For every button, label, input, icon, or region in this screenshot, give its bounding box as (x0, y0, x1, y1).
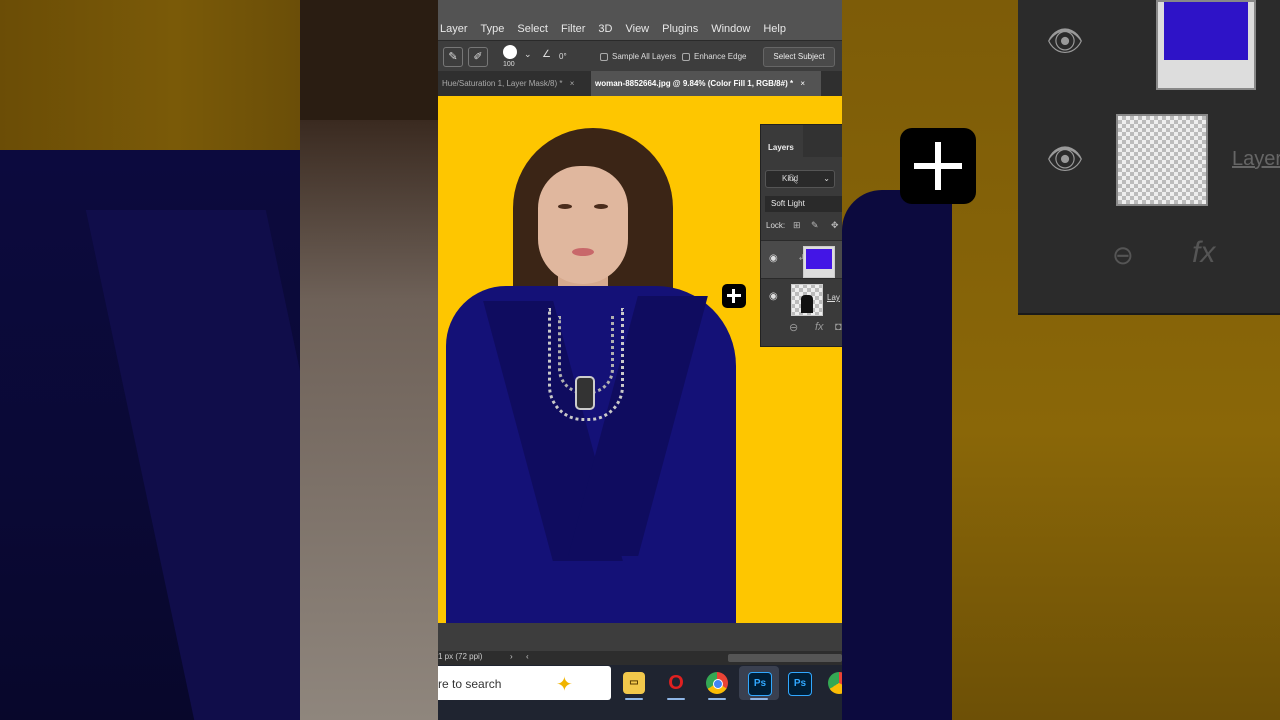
right-blurred-background: 👁 👁 Layer ⊖ fx (842, 0, 1280, 720)
layer-name[interactable]: Lay (827, 293, 840, 302)
woman-eye (594, 204, 608, 209)
enhance-edge-checkbox[interactable] (682, 53, 690, 61)
photoshop-icon-2[interactable]: Ps (788, 672, 812, 696)
angle-value[interactable]: 0° (559, 52, 567, 61)
title-strip (438, 0, 842, 18)
lock-label: Lock: (766, 221, 786, 230)
menu-select[interactable]: Select (517, 23, 548, 35)
menu-filter[interactable]: Filter (561, 23, 585, 35)
photoshop-icon[interactable]: Ps (748, 672, 772, 696)
necklace-pendant (575, 376, 595, 410)
lock-image-pixels-icon[interactable]: ✎ (811, 220, 819, 231)
tab-label: woman-8852664.jpg @ 9.84% (Color Fill 1,… (595, 79, 794, 88)
close-icon[interactable]: × (800, 79, 805, 88)
select-subject-button[interactable]: Select Subject (763, 47, 835, 67)
add-mask-icon[interactable]: ◘ (835, 321, 842, 333)
eye-icon[interactable]: ◉ (769, 253, 778, 264)
layer-row-layer1[interactable]: ◉ Lay (761, 278, 842, 317)
taskbar-search[interactable]: re to search ✦ (438, 666, 611, 700)
left-blurred-background (0, 0, 438, 720)
chevron-down-icon: ⌄ (823, 174, 830, 183)
fx-icon[interactable]: fx (815, 321, 824, 333)
tab-layers[interactable]: Layers (761, 125, 803, 157)
zoomed-fx-icon: fx (1192, 236, 1216, 269)
tab-hue-saturation[interactable]: Hue/Saturation 1, Layer Mask/8) * × (438, 71, 584, 96)
zoomed-eye-icon-2: 👁 (1046, 143, 1085, 176)
quick-selection-subtract-icon[interactable]: ✐ (468, 47, 488, 67)
zoomed-layer-thumb (1116, 114, 1208, 206)
zoomed-move-cursor-icon (900, 128, 976, 204)
move-cursor-icon (722, 284, 746, 308)
document-resolution: 1 px (72 ppi) (438, 652, 483, 661)
photoshop-window: Layer Type Select Filter 3D View Plugins… (438, 0, 842, 720)
enhance-edge-label: Enhance Edge (694, 52, 747, 61)
status-bar: 1 px (72 ppi) › ‹ (438, 651, 842, 665)
zoomed-eye-icon: 👁 (1046, 25, 1085, 58)
running-indicator (708, 698, 726, 700)
menu-layer[interactable]: Layer (440, 23, 468, 35)
fill-swatch (806, 249, 832, 269)
close-icon[interactable]: × (570, 79, 575, 88)
silhouette (801, 295, 813, 313)
workspace-bottom (438, 623, 842, 651)
search-placeholder: re to search (438, 677, 502, 691)
layer-thumbnail-fill[interactable] (803, 246, 835, 278)
layers-panel: Layers 🔍︎ Kind ⌄ Soft Light Lock: ⊞ ✎ ✥ … (760, 124, 842, 347)
layer-thumbnail-cutout[interactable] (791, 284, 823, 316)
tab-woman-jpg[interactable]: woman-8852664.jpg @ 9.84% (Color Fill 1,… (591, 71, 821, 96)
eye-icon[interactable]: ◉ (769, 291, 778, 302)
file-explorer-icon[interactable]: ▭ (623, 672, 645, 694)
menu-3d[interactable]: 3D (598, 23, 612, 35)
sample-all-layers-checkbox[interactable] (600, 53, 608, 61)
sample-all-layers-label: Sample All Layers (612, 52, 677, 61)
layer-row-color-fill[interactable]: ◉ ↲ (761, 240, 842, 279)
chevron-down-icon[interactable]: ⌄ (524, 49, 532, 60)
brush-preset-icon[interactable] (503, 45, 517, 59)
zoomed-layers-panel: 👁 👁 Layer ⊖ fx (1018, 0, 1280, 315)
link-layers-icon[interactable]: ⊖ (789, 321, 798, 334)
menu-plugins[interactable]: Plugins (662, 23, 698, 35)
menu-window[interactable]: Window (711, 23, 750, 35)
opera-icon[interactable]: O (665, 672, 687, 694)
running-indicator (667, 698, 685, 700)
chrome-icon-2[interactable] (828, 672, 842, 694)
copilot-sparkle-icon: ✦ (556, 674, 573, 696)
chrome-icon[interactable] (706, 672, 728, 694)
lock-position-icon[interactable]: ✥ (831, 220, 839, 231)
menu-type[interactable]: Type (481, 23, 505, 35)
document-tabs: Hue/Saturation 1, Layer Mask/8) * × woma… (438, 71, 842, 96)
woman-eye (558, 204, 572, 209)
menu-help[interactable]: Help (763, 23, 786, 35)
running-indicator (750, 698, 768, 700)
tab-label: Hue/Saturation 1, Layer Mask/8) * (442, 79, 563, 88)
blurred-blazer-shoulder (842, 190, 952, 720)
woman-lips (572, 248, 594, 256)
windows-taskbar: re to search ✦ ▭ O Ps Ps (438, 665, 842, 703)
blurred-necklace-area (300, 120, 438, 720)
menu-bar: Layer Type Select Filter 3D View Plugins… (438, 18, 842, 40)
running-indicator (625, 698, 643, 700)
layers-panel-header: Layers (761, 125, 842, 157)
zoomed-fill-thumb (1156, 0, 1256, 90)
woman-face (538, 166, 628, 284)
lock-transparent-pixels-icon[interactable]: ⊞ (793, 220, 801, 231)
zoomed-link-icon: ⊖ (1112, 240, 1134, 270)
horizontal-scrollbar[interactable] (728, 654, 842, 662)
nav-next-icon[interactable]: › (510, 652, 513, 661)
menu-view[interactable]: View (625, 23, 649, 35)
filter-kind-dropdown[interactable]: 🔍︎ Kind ⌄ (765, 170, 835, 188)
zoomed-layer-name: Layer (1232, 148, 1280, 170)
angle-icon: ∠ (542, 49, 551, 60)
brush-size: 100 (503, 61, 515, 68)
quick-selection-add-icon[interactable]: ✎ (443, 47, 463, 67)
search-icon: 🔍︎ (787, 174, 799, 184)
options-bar: ✎ ✐ 100 ⌄ ∠ 0° Sample All Layers Enhance… (438, 40, 842, 72)
nav-prev-icon[interactable]: ‹ (526, 652, 529, 661)
bottom-strip (438, 703, 842, 720)
blend-mode-dropdown[interactable]: Soft Light (765, 196, 842, 212)
